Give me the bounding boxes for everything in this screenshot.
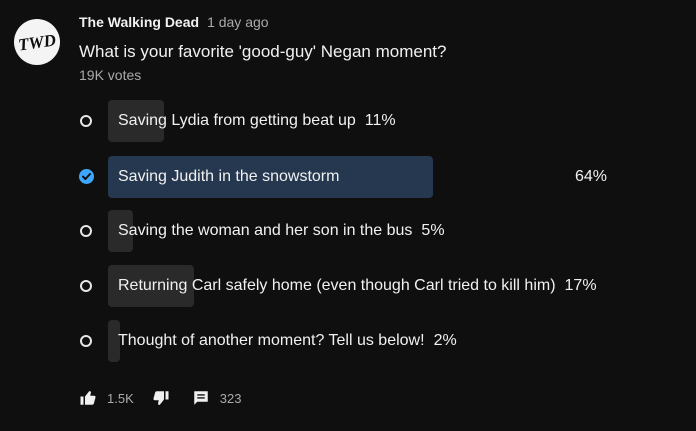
option-label: Saving Lydia from getting beat up [118, 112, 356, 129]
comment-icon [194, 391, 208, 405]
radio-icon [80, 280, 92, 292]
option-text: Saving Lydia from getting beat up 11% [118, 112, 396, 130]
community-post: TWD The Walking Dead 1 day ago What is y… [0, 0, 696, 431]
twd-logo-icon: TWD [17, 30, 57, 54]
option-text: Thought of another moment? Tell us below… [118, 332, 457, 350]
option-label: Thought of another moment? Tell us below… [118, 332, 425, 349]
option-label: Saving the woman and her son in the bus [118, 222, 413, 239]
like-count: 1.5K [107, 390, 134, 406]
channel-avatar[interactable]: TWD [14, 19, 60, 65]
option-text: Saving the woman and her son in the bus 5… [118, 222, 445, 240]
option-percent: 11% [364, 112, 396, 129]
option-percent: 5% [421, 222, 445, 239]
radio-icon [80, 335, 92, 347]
vote-count: 19K votes [79, 67, 142, 83]
like-icon [80, 391, 96, 405]
option-percent: 17% [564, 277, 597, 294]
poll-option[interactable]: Returning Carl safely home (even though … [0, 265, 696, 309]
check-icon [79, 169, 94, 184]
channel-name[interactable]: The Walking Dead [79, 14, 199, 30]
option-label: Saving Judith in the snowstorm [118, 168, 340, 185]
option-label: Returning Carl safely home (even though … [118, 277, 556, 294]
radio-icon [80, 115, 92, 127]
post-timestamp[interactable]: 1 day ago [207, 14, 269, 30]
option-percent: 64% [574, 168, 607, 185]
poll-option[interactable]: Thought of another moment? Tell us below… [0, 320, 696, 364]
option-percent: 2% [433, 332, 457, 349]
comment-count: 323 [219, 390, 242, 406]
poll-option-selected[interactable]: Saving Judith in the snowstorm 64% [0, 156, 696, 200]
action-bar: 1.5K 323 [79, 388, 241, 408]
poll-option[interactable]: Saving the woman and her son in the bus 5… [0, 210, 696, 254]
dislike-button[interactable] [152, 389, 170, 407]
dislike-icon [153, 391, 169, 405]
option-text: Returning Carl safely home (even though … [118, 277, 597, 295]
like-button[interactable]: 1.5K [79, 389, 134, 407]
poll-question: What is your favorite 'good-guy' Negan m… [79, 42, 447, 61]
post-header: The Walking Dead 1 day ago What is your … [79, 14, 686, 83]
svg-text:TWD: TWD [17, 30, 57, 54]
channel-row: The Walking Dead 1 day ago [79, 14, 686, 36]
poll-option[interactable]: Saving Lydia from getting beat up 11% [0, 100, 696, 144]
radio-icon [80, 225, 92, 237]
comments-button[interactable]: 323 [192, 389, 242, 407]
